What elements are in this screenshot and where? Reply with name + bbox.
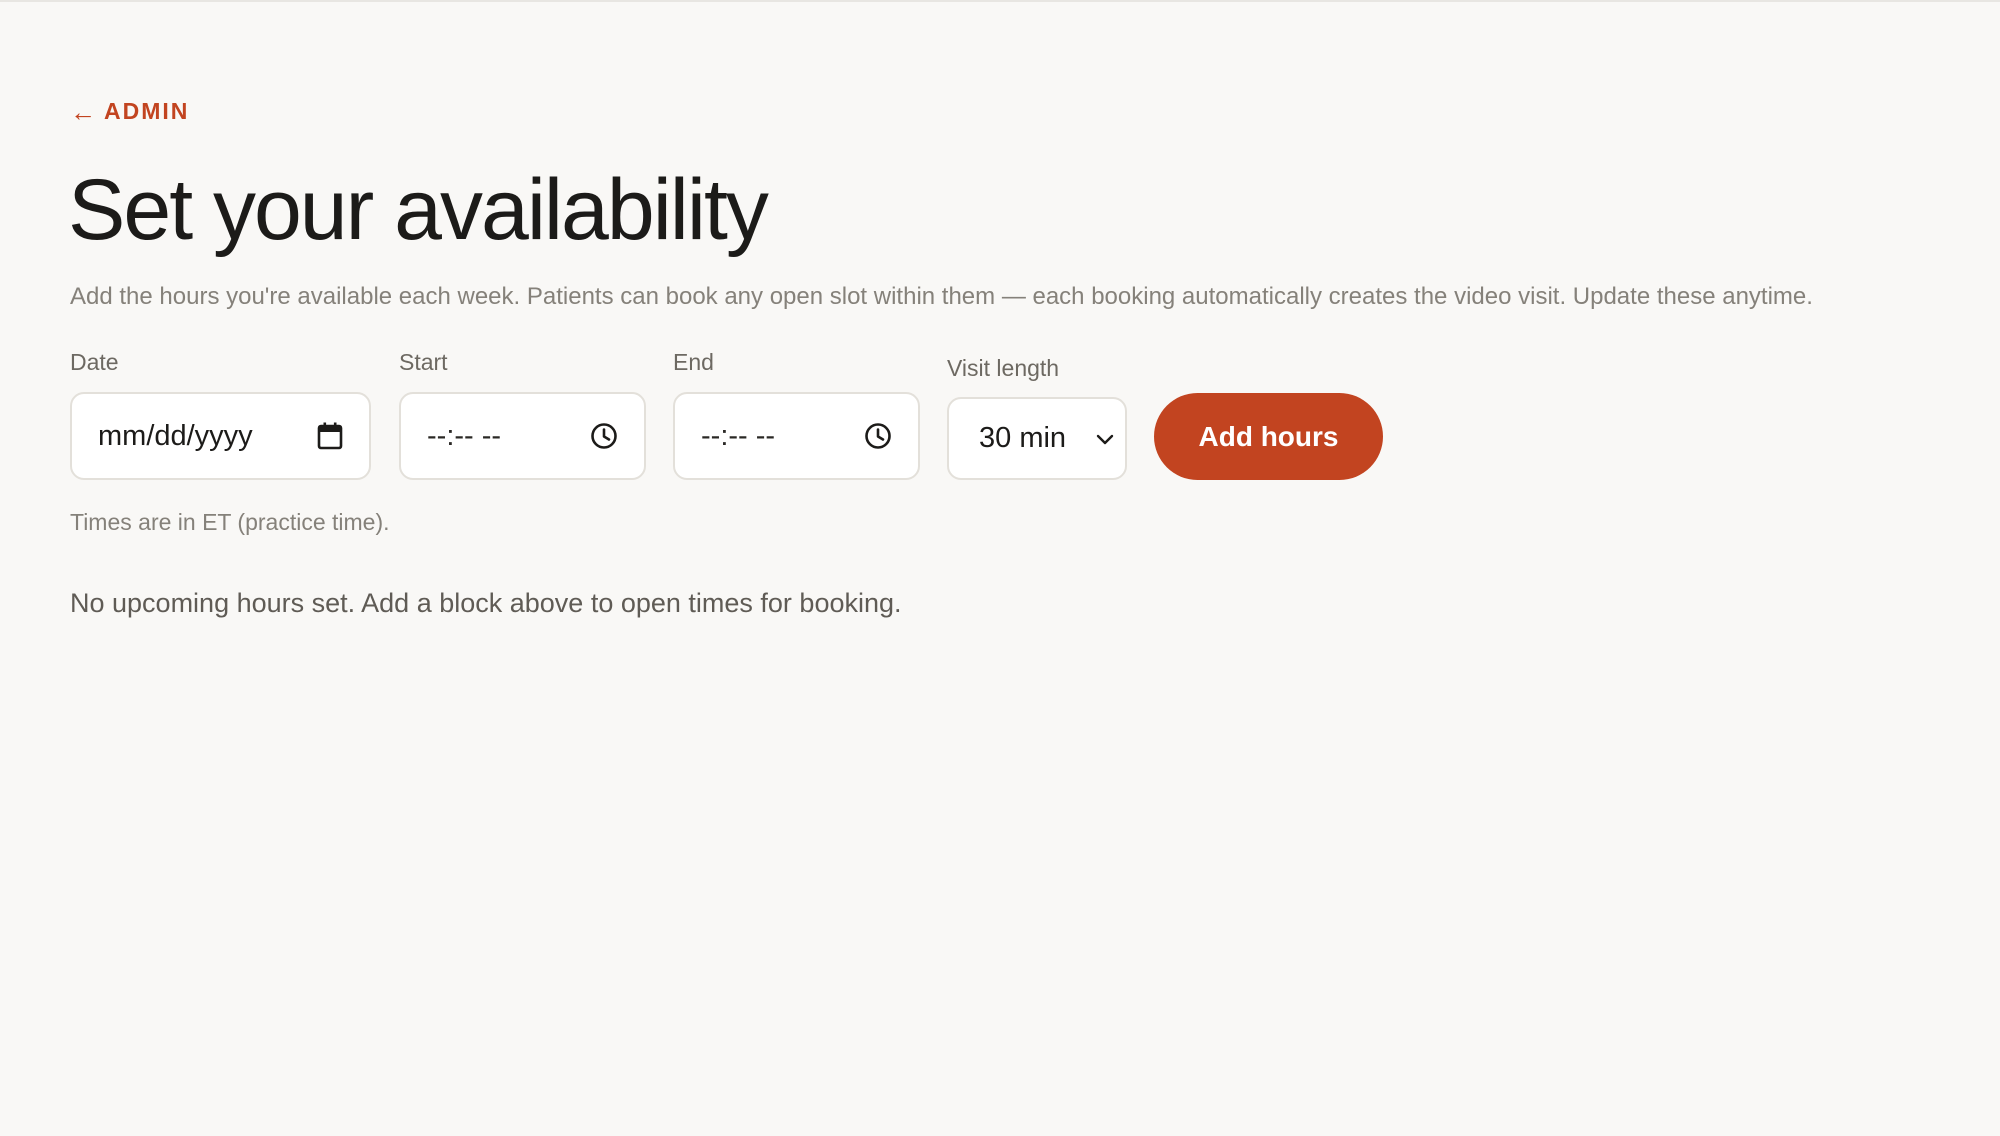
start-label: Start (399, 349, 448, 375)
clock-icon[interactable] (864, 422, 892, 450)
page-description: Add the hours you're available each week… (70, 283, 1813, 310)
add-hours-button[interactable]: Add hours (1154, 393, 1383, 480)
visit-length-selected: 30 min (979, 422, 1067, 454)
start-time-input[interactable]: --:-- -- (399, 392, 646, 480)
clock-icon[interactable] (590, 422, 618, 450)
back-arrow-icon: ← (70, 96, 96, 127)
back-link-label: ADMIN (104, 98, 190, 124)
calendar-icon[interactable] (317, 422, 343, 450)
date-label: Date (70, 349, 119, 375)
date-input[interactable]: mm/dd/yyyy (70, 392, 371, 480)
start-time-value: --:-- -- (427, 419, 502, 452)
end-time-value: --:-- -- (701, 419, 776, 452)
back-to-admin-link[interactable]: ← ADMIN (70, 98, 189, 125)
empty-state-message: No upcoming hours set. Add a block above… (70, 588, 902, 618)
end-label: End (673, 349, 714, 375)
page-title: Set your availability (68, 162, 769, 258)
timezone-hint: Times are in ET (practice time). (70, 509, 390, 535)
top-divider (0, 0, 2000, 2)
chevron-down-icon (1095, 432, 1115, 446)
visit-length-select[interactable]: 30 min (947, 397, 1127, 480)
date-input-value: mm/dd/yyyy (98, 419, 253, 452)
end-time-input[interactable]: --:-- -- (673, 392, 920, 480)
visit-length-label: Visit length (947, 355, 1060, 381)
